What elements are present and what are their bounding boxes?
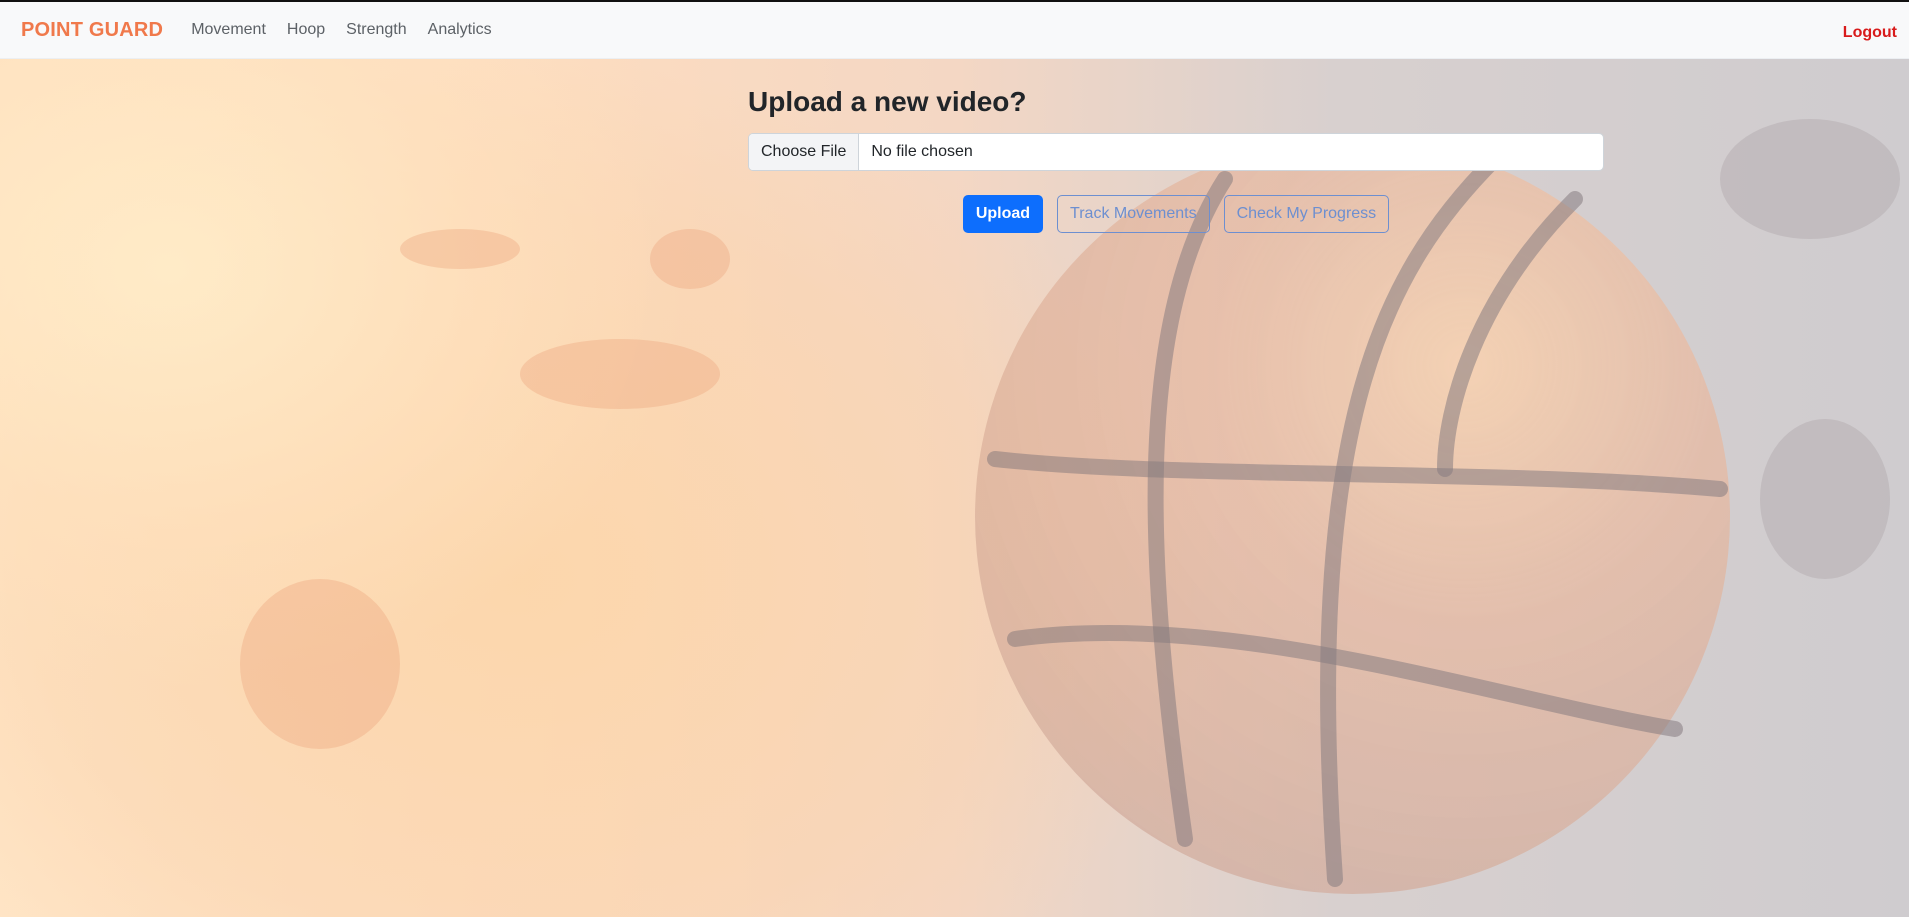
logout-link[interactable]: Logout <box>1843 24 1897 42</box>
basketball-graphic <box>975 139 1730 894</box>
nav-link-movement[interactable]: Movement <box>191 21 266 39</box>
paint-splash <box>520 339 720 409</box>
track-movements-button[interactable]: Track Movements <box>1057 195 1210 233</box>
choose-file-button[interactable]: Choose File <box>749 134 860 170</box>
nav-link-analytics[interactable]: Analytics <box>428 21 492 39</box>
page: POINT GUARD Movement Hoop Strength Analy… <box>0 0 1909 917</box>
paint-splash <box>650 229 730 289</box>
upload-button[interactable]: Upload <box>962 195 1044 233</box>
file-input[interactable]: Choose File No file chosen <box>748 133 1604 171</box>
paint-splash <box>1760 419 1890 579</box>
navbar: POINT GUARD Movement Hoop Strength Analy… <box>0 2 1909 59</box>
upload-section: Upload a new video? Choose File No file … <box>748 82 1604 233</box>
brand-logo[interactable]: POINT GUARD <box>21 19 163 42</box>
nav-link-strength[interactable]: Strength <box>346 21 406 39</box>
file-status-text: No file chosen <box>871 143 973 160</box>
nav-link-hoop[interactable]: Hoop <box>287 21 325 39</box>
paint-splash <box>1720 119 1900 239</box>
nav-links: Movement Hoop Strength Analytics <box>191 21 512 39</box>
page-title: Upload a new video? <box>748 86 1027 117</box>
paint-splash <box>240 579 400 749</box>
action-buttons: Upload Track Movements Check My Progress <box>748 195 1604 233</box>
paint-splash <box>400 229 520 269</box>
check-progress-button[interactable]: Check My Progress <box>1223 195 1390 233</box>
